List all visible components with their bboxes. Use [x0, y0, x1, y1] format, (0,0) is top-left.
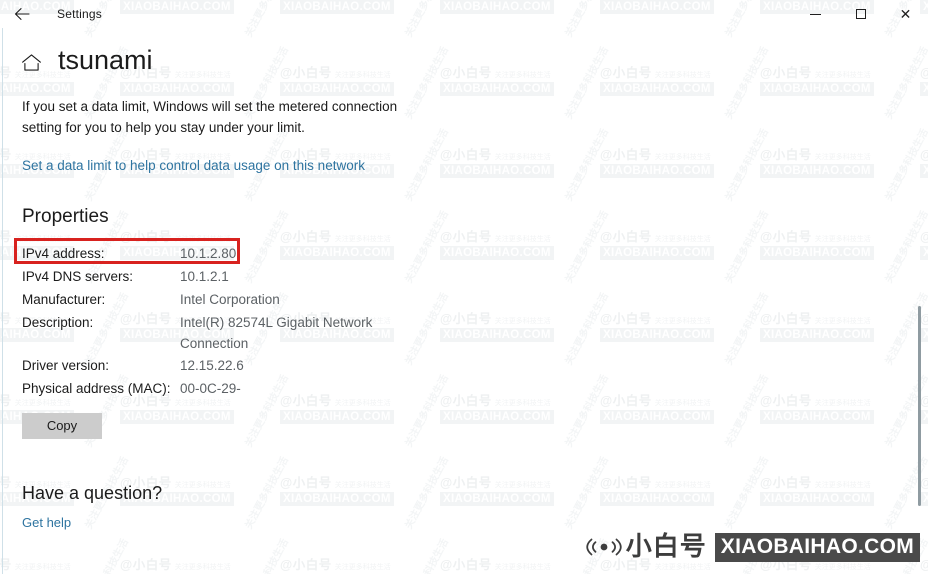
watermark-cn-sub: 关注更多科技生活: [174, 564, 231, 571]
get-help-link[interactable]: Get help: [22, 515, 71, 530]
property-label: IPv4 DNS servers:: [22, 268, 134, 284]
watermark-cn-sub: 关注更多科技生活: [654, 564, 711, 571]
brand-chinese-text: 小白号: [625, 532, 707, 562]
property-label: IPv4 address:: [22, 245, 105, 261]
watermark-cn-text: @小白号关注更多科技生活: [0, 554, 71, 573]
watermark-tile: @小白号关注更多科技生活XIAOBAIHAO.COM关注更多科技生活: [120, 537, 291, 574]
minimize-icon: [810, 13, 821, 15]
watermark-cn-text: @小白号关注更多科技生活: [120, 554, 231, 573]
watermark-cn-text: @小白号关注更多科技生活: [280, 554, 391, 573]
maximize-icon: [855, 9, 866, 19]
watermark-cn-text: @小白号关注更多科技生活: [440, 554, 551, 573]
close-button[interactable]: ✕: [883, 0, 928, 28]
close-icon: ✕: [899, 6, 912, 22]
property-row: Manufacturer: Intel Corporation: [22, 288, 442, 311]
watermark-cn-sub: 关注更多科技生活: [814, 564, 871, 571]
watermark-cn-sub: 关注更多科技生活: [334, 564, 391, 571]
settings-content: tsunami If you set a data limit, Windows…: [0, 28, 928, 532]
window-controls: ✕: [793, 0, 928, 28]
scrollbar-thumb[interactable]: [918, 306, 921, 506]
page-title: tsunami: [58, 45, 153, 75]
properties-heading: Properties: [22, 206, 109, 227]
back-button[interactable]: [0, 0, 44, 28]
property-label: Manufacturer:: [22, 291, 106, 307]
broadcast-wave-icon: [584, 534, 624, 560]
title-bar: Settings ✕: [0, 0, 928, 28]
property-label: Driver version:: [22, 357, 110, 373]
watermark-diagonal: 关注更多科技生活: [400, 535, 451, 574]
brand-domain-badge: XIAOBAIHAO.COM: [714, 532, 920, 562]
watermark-tile: @小白号关注更多科技生活XIAOBAIHAO.COM关注更多科技生活: [440, 537, 611, 574]
vertical-scrollbar[interactable]: [914, 28, 924, 574]
back-arrow-icon: [14, 8, 30, 20]
property-value: 10.1.2.80: [180, 245, 237, 261]
property-value: 10.1.2.1: [180, 268, 229, 284]
page-header: tsunami: [20, 47, 928, 74]
set-data-limit-link[interactable]: Set a data limit to help control data us…: [22, 157, 365, 175]
help-heading: Have a question?: [22, 482, 163, 503]
brand-logo: 小白号 XIAOBAIHAO.COM: [584, 532, 920, 562]
app-title: Settings: [57, 7, 102, 21]
watermark-cn-sub: 关注更多科技生活: [14, 564, 71, 571]
property-value: Intel(R) 82574L Gigabit Network Connecti…: [180, 314, 373, 351]
property-value: 12.15.22.6: [180, 357, 244, 373]
watermark-tile: @小白号关注更多科技生活XIAOBAIHAO.COM关注更多科技生活: [0, 537, 131, 574]
property-row: Driver version: 12.15.22.6: [22, 354, 442, 377]
intro-text: If you set a data limit, Windows will se…: [22, 99, 398, 135]
broadcast-wave-glyph-icon: [586, 538, 622, 556]
left-accent-rule: [2, 28, 3, 574]
watermark-tile: @小白号关注更多科技生活XIAOBAIHAO.COM关注更多科技生活: [280, 537, 451, 574]
property-label: Description:: [22, 314, 94, 330]
watermark-cn-sub: 关注更多科技生活: [494, 564, 551, 571]
watermark-diagonal: 关注更多科技生活: [80, 535, 131, 574]
copy-button[interactable]: Copy: [22, 412, 102, 439]
maximize-button[interactable]: [838, 0, 883, 28]
property-label: Physical address (MAC):: [22, 380, 171, 396]
watermark-cn-main: @小白号: [280, 558, 332, 572]
watermark-diagonal: 关注更多科技生活: [240, 535, 291, 574]
settings-window: @小白号关注更多科技生活XIAOBAIHAO.COM关注更多科技生活@小白号关注…: [0, 0, 928, 574]
watermark-cn-main: @小白号: [120, 558, 172, 572]
property-value: 00-0C-29-: [180, 380, 241, 396]
minimize-button[interactable]: [793, 0, 838, 28]
property-row: IPv4 address: 10.1.2.80: [22, 242, 442, 265]
property-row: Description: Intel(R) 82574L Gigabit Netw…: [22, 311, 442, 354]
property-row: Physical address (MAC): 00-0C-29-: [22, 377, 442, 400]
properties-table: IPv4 address: 10.1.2.80 IPv4 DNS servers: 1…: [14, 237, 442, 400]
watermark-cn-main: @小白号: [440, 558, 492, 572]
property-row: IPv4 DNS servers: 10.1.2.1: [22, 265, 442, 288]
property-value: Intel Corporation: [180, 291, 280, 307]
home-glyph-icon: [21, 53, 41, 71]
home-icon[interactable]: [20, 50, 42, 72]
